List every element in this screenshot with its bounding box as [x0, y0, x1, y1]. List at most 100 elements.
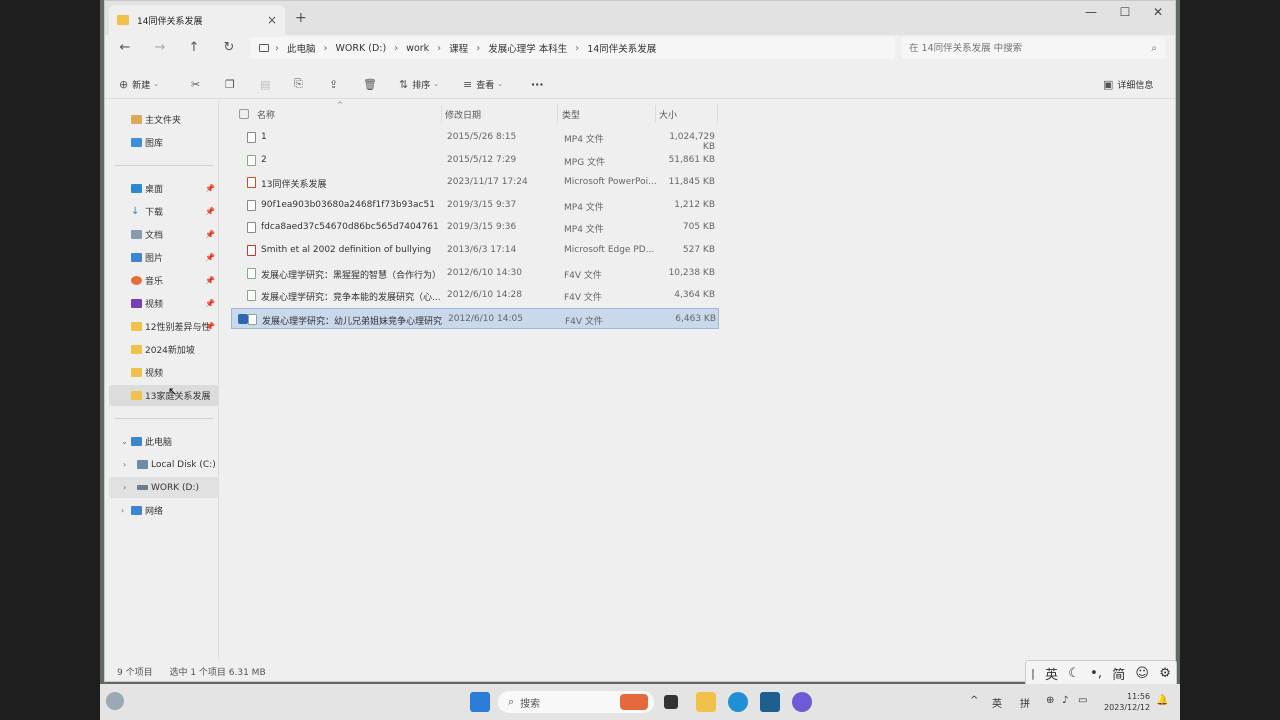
details-pane-button[interactable]: ▣ 详细信息	[1103, 75, 1153, 93]
ime-settings-icon[interactable]: ⚙	[1159, 666, 1171, 681]
breadcrumb-this-pc[interactable]: 此电脑	[287, 41, 316, 55]
store-icon[interactable]	[760, 692, 780, 712]
ime-handle-icon[interactable]: |	[1031, 667, 1035, 680]
row-checkbox[interactable]	[237, 290, 247, 300]
column-divider[interactable]	[655, 105, 656, 123]
file-row[interactable]: 发展心理学研究：黑猩猩的智慧（合作行为） 2012/6/10 14:30 F4V 文…	[231, 263, 719, 284]
file-row[interactable]: 发展心理学研究：幼儿兄弟姐妹竞争心理研究 2012/6/10 14:05 F4V 文…	[231, 307, 719, 329]
close-tab-icon[interactable]: ×	[267, 13, 277, 27]
file-row[interactable]: Smith et al 2002 definition of bullying 2…	[231, 240, 719, 261]
delete-button[interactable]: 🗑	[363, 75, 377, 93]
edge-icon[interactable]	[728, 692, 748, 712]
widgets-icon[interactable]	[106, 692, 124, 710]
sidebar-item-downloads[interactable]: ↓ 下载 📌	[109, 201, 219, 222]
sort-button[interactable]: ⇅ 排序 ⌄	[399, 75, 439, 93]
row-checkbox[interactable]	[237, 245, 247, 255]
tray-chevron-up-icon[interactable]: ^	[970, 695, 978, 706]
sidebar-item-folder-gender[interactable]: 12性别差异与性 📌	[109, 316, 219, 337]
chevron-right-icon[interactable]: ›	[123, 460, 126, 469]
row-checkbox[interactable]	[238, 313, 248, 324]
search-highlight-icon[interactable]	[620, 694, 648, 710]
task-view-icon[interactable]	[664, 695, 678, 709]
breadcrumb-work[interactable]: work	[406, 43, 429, 54]
sidebar-item-folder-video[interactable]: 视频	[109, 362, 219, 383]
sidebar-item-folder-family[interactable]: 13家庭关系发展	[109, 385, 219, 406]
close-window-button[interactable]: ✕	[1148, 5, 1168, 19]
row-checkbox[interactable]	[237, 222, 247, 232]
breadcrumb-current[interactable]: 14同伴关系发展	[587, 41, 656, 55]
file-row[interactable]: 13同伴关系发展 2023/11/17 17:24 Microsoft PowerP…	[231, 172, 719, 193]
column-divider[interactable]	[557, 105, 558, 123]
row-checkbox[interactable]	[237, 132, 247, 142]
clock[interactable]: 11:56 2023/12/12	[1104, 691, 1150, 713]
ime-emoji-icon[interactable]: ☺	[1135, 666, 1149, 681]
maximize-button[interactable]: ☐	[1115, 5, 1135, 19]
ime-moon-icon[interactable]: ☾	[1068, 666, 1080, 681]
chevron-down-icon[interactable]: ⌄	[121, 437, 128, 446]
rename-button[interactable]: ⎘	[294, 75, 303, 93]
file-row[interactable]: 90f1ea903b03680a2468f1f73b93ac51 2019/3/1…	[231, 195, 719, 216]
select-all-checkbox[interactable]	[239, 109, 249, 119]
new-button[interactable]: ⊕ 新建 ⌄	[119, 75, 159, 93]
ime-lang-toggle[interactable]: 英	[1045, 664, 1058, 683]
row-checkbox[interactable]	[237, 268, 247, 278]
sidebar-item-desktop[interactable]: 桌面 📌	[109, 178, 219, 199]
minimize-button[interactable]: —	[1081, 5, 1101, 19]
paste-button[interactable]: ▤	[260, 75, 270, 93]
breadcrumb-dev-psych[interactable]: 发展心理学 本科生	[488, 41, 567, 55]
column-divider[interactable]	[441, 105, 442, 123]
speaker-icon[interactable]: ♪	[1062, 695, 1068, 706]
file-row[interactable]: 2 2015/5/12 7:29 MPG 文件 51,861 KB	[231, 150, 719, 171]
column-header-name[interactable]: 名称	[257, 108, 275, 121]
ime-simplified-toggle[interactable]: 简	[1112, 664, 1125, 683]
search-input[interactable]	[909, 42, 1152, 54]
column-header-type[interactable]: 类型	[562, 108, 580, 121]
up-button[interactable]: ↑	[186, 40, 202, 55]
start-icon[interactable]	[470, 692, 490, 712]
sidebar-item-network[interactable]: › 网络	[109, 500, 219, 521]
chevron-right-icon[interactable]: ›	[121, 506, 124, 515]
more-options-button[interactable]: ···	[531, 75, 544, 93]
sidebar-item-disk-d[interactable]: › WORK (D:)	[109, 477, 219, 498]
row-checkbox[interactable]	[237, 177, 247, 187]
row-checkbox[interactable]	[237, 155, 247, 165]
view-button[interactable]: ≡ 查看 ⌄	[463, 75, 503, 93]
cut-button[interactable]: ✂	[191, 75, 200, 93]
sidebar-item-videos[interactable]: 视频 📌	[109, 293, 219, 314]
battery-icon[interactable]: ▭	[1078, 695, 1087, 706]
breadcrumb-courses[interactable]: 课程	[449, 41, 468, 55]
ime-punct-toggle[interactable]: •,	[1090, 666, 1102, 681]
file-row[interactable]: 发展心理学研究：竞争本能的发展研究（心... 2012/6/10 14:28 F4V…	[231, 285, 719, 306]
tray-ime[interactable]: 拼	[1020, 695, 1030, 710]
tray-language[interactable]: 英	[992, 695, 1002, 710]
search-box[interactable]: ⌕	[901, 37, 1165, 59]
chevron-right-icon[interactable]: ›	[123, 483, 126, 492]
sidebar-item-documents[interactable]: 文档 📌	[109, 224, 219, 245]
tab-current-folder[interactable]: 14同伴关系发展 ×	[109, 5, 285, 35]
breadcrumb-work-d[interactable]: WORK (D:)	[336, 43, 387, 54]
share-button[interactable]: ⇪	[329, 75, 338, 93]
sidebar-item-home[interactable]: 主文件夹	[109, 109, 219, 130]
address-bar[interactable]: › 此电脑 › WORK (D:) › work › 课程 › 发展心理学 本科…	[251, 37, 895, 59]
sidebar-item-this-pc[interactable]: ⌄ 此电脑	[109, 431, 219, 452]
sidebar-item-pictures[interactable]: 图片 📌	[109, 247, 219, 268]
refresh-button[interactable]: ↻	[221, 40, 237, 55]
sidebar-item-gallery[interactable]: 图库	[109, 132, 219, 153]
back-button[interactable]: ←	[117, 40, 133, 55]
column-header-date[interactable]: 修改日期	[445, 108, 481, 121]
column-divider[interactable]	[717, 105, 718, 123]
globe-icon[interactable]: ⊕	[1046, 695, 1054, 706]
row-checkbox[interactable]	[237, 200, 247, 210]
copilot-icon[interactable]	[792, 692, 812, 712]
notification-bell-icon[interactable]: 🔔	[1156, 695, 1168, 706]
file-row[interactable]: fdca8aed37c54670d86bc565d7404761 2019/3/1…	[231, 217, 719, 238]
copy-button[interactable]: ❐	[225, 75, 235, 93]
sidebar-item-music[interactable]: 音乐 📌	[109, 270, 219, 291]
file-row[interactable]: 1 2015/5/26 8:15 MP4 文件 1,024,729 KB	[231, 127, 719, 152]
column-header-size[interactable]: 大小	[659, 108, 677, 121]
forward-button[interactable]: →	[152, 40, 168, 55]
sidebar-item-folder-singapore[interactable]: 2024新加坡	[109, 339, 219, 360]
sidebar-item-disk-c[interactable]: › Local Disk (C:)	[109, 454, 219, 475]
new-tab-button[interactable]: +	[295, 10, 307, 26]
file-explorer-taskbar-icon[interactable]	[696, 692, 716, 712]
